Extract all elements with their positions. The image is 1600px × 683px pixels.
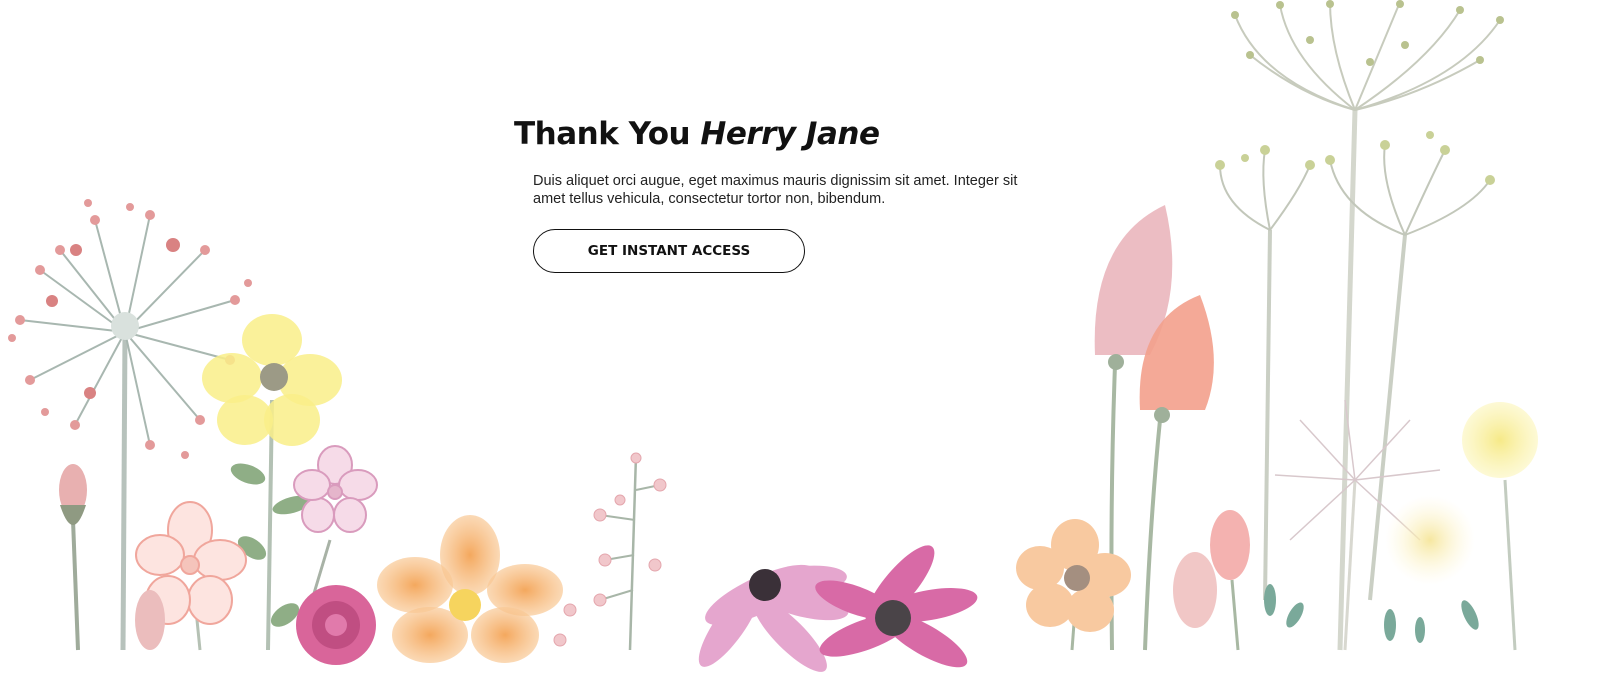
allium-seeds-right xyxy=(1231,0,1504,66)
green-leaves-right xyxy=(1264,584,1479,643)
pink-buds-right xyxy=(1173,510,1250,651)
title-prefix: Thank You xyxy=(514,116,691,152)
hero-description: Duis aliquet orci augue, eget maximus ma… xyxy=(533,173,1018,207)
magenta-daisy xyxy=(815,545,978,668)
orange-flower-left xyxy=(377,515,563,663)
thank-you-hero: Thank You Herry Jane Duis aliquet orci a… xyxy=(514,116,1074,273)
pink-outline-flower xyxy=(293,445,378,601)
yellow-pompom-right xyxy=(1385,402,1538,651)
pink-bud-left xyxy=(59,464,87,651)
customer-name: Herry Jane xyxy=(700,116,880,152)
get-instant-access-button[interactable]: GET INSTANT ACCESS xyxy=(533,229,805,273)
pink-sprig xyxy=(553,452,667,651)
floral-illustration xyxy=(8,0,1538,672)
page-title: Thank You Herry Jane xyxy=(514,116,1074,152)
pink-daisy-center xyxy=(698,564,849,672)
